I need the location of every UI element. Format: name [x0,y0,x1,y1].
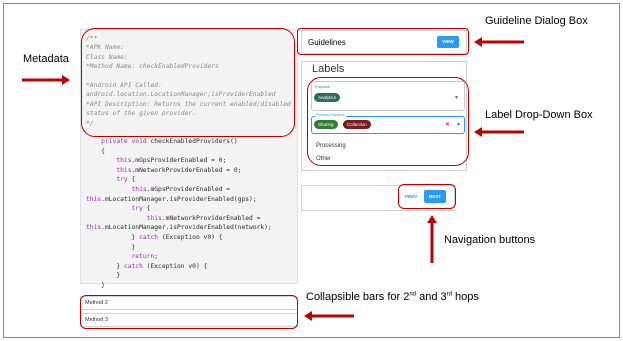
dropdown-arrow-icon [474,127,524,137]
navigation-arrow-icon [427,215,437,263]
code-body: private void checkEnabledProviders() { t… [86,138,272,289]
collapsible-annotation: Collapsible bars for 2nd and 3rd hops [306,291,479,303]
navigation-highlight [398,184,456,209]
metadata-arrow-icon [22,75,70,85]
labels-highlight [307,77,469,166]
labels-title: Labels [312,63,345,75]
metadata-annotation: Metadata [23,53,69,65]
guideline-annotation: Guideline Dialog Box [485,15,588,27]
metadata-highlight [81,28,295,137]
dropdown-annotation: Label Drop-Down Box [485,109,593,121]
bars-highlight [80,295,298,329]
navigation-annotation: Navigation buttons [444,234,536,246]
guidelines-highlight [297,28,469,55]
collapsible-arrow-icon [304,311,354,321]
guideline-arrow-icon [474,37,524,47]
